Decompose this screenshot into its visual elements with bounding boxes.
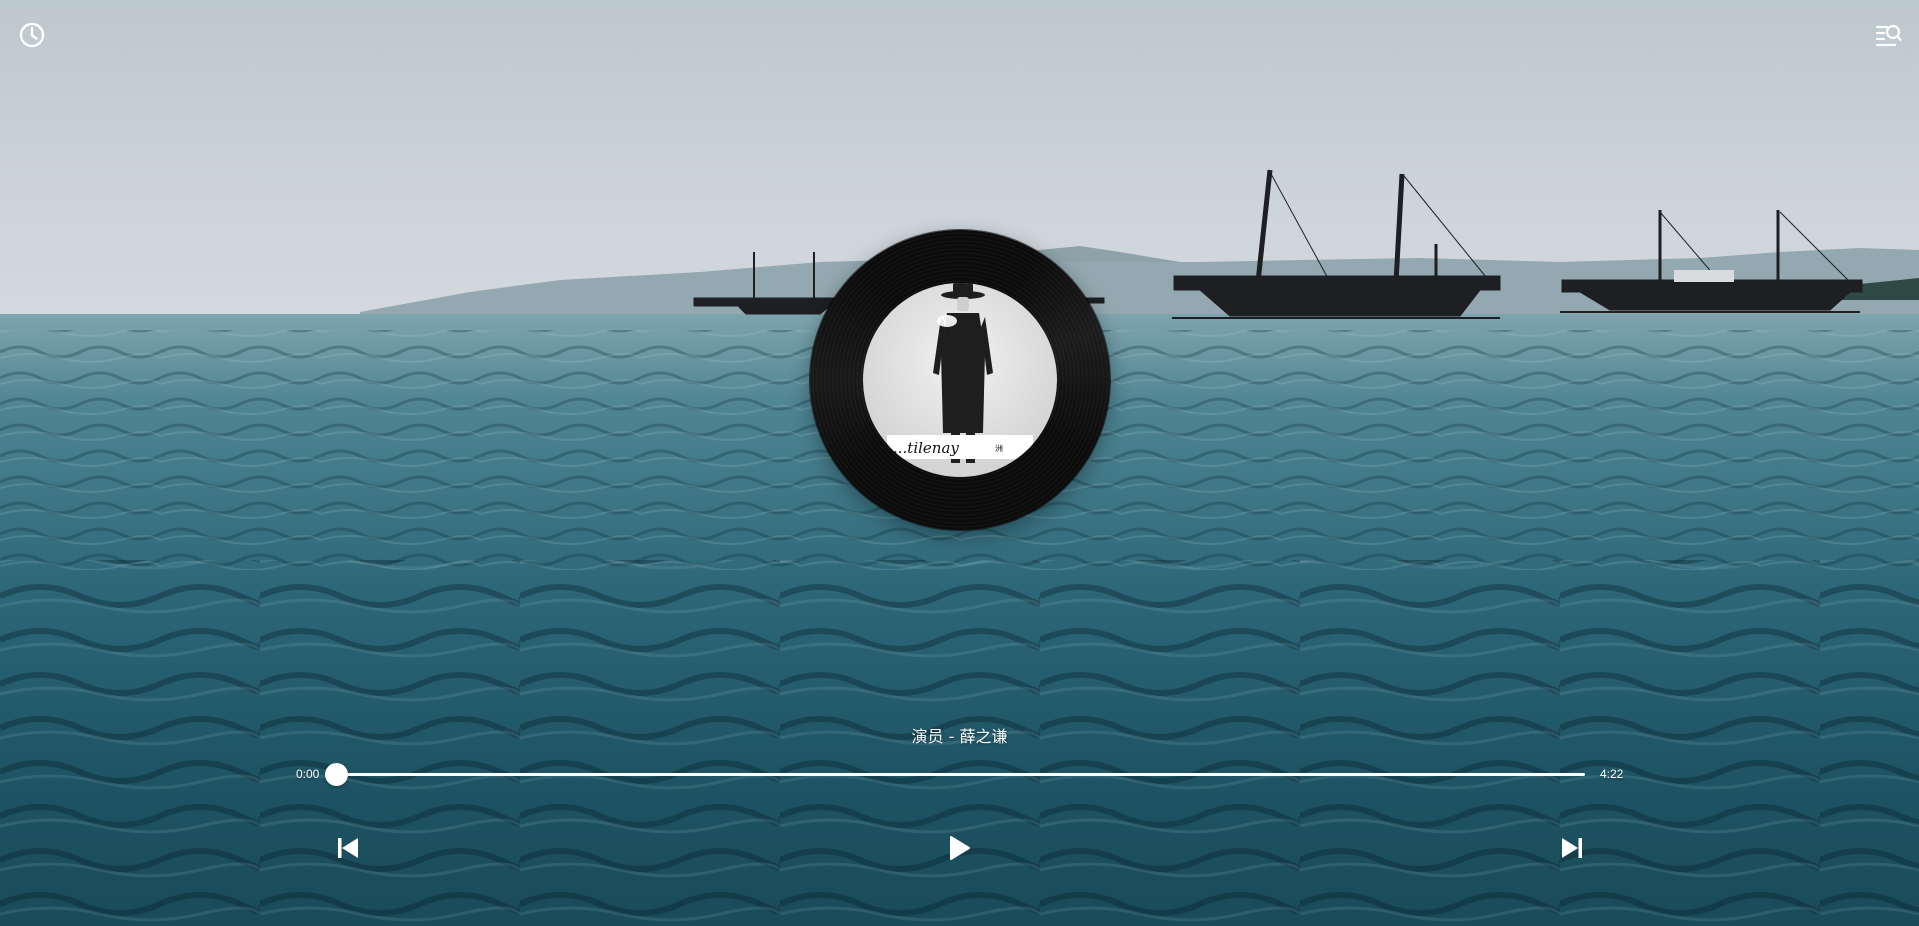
skip-previous-icon[interactable]: [334, 834, 362, 862]
player-screen: ...tilenay 洲 演员 - 薛之谦 0:00 4:22: [0, 0, 1919, 926]
playlist-search-icon[interactable]: [1873, 20, 1903, 50]
time-total: 4:22: [1600, 767, 1624, 781]
time-current: 0:00: [296, 767, 320, 781]
song-title: 演员 - 薛之谦: [911, 727, 1008, 746]
play-icon[interactable]: [945, 834, 973, 862]
vinyl-record: ...tilenay 洲: [810, 230, 1110, 530]
album-cover-image: ...tilenay 洲: [863, 283, 1057, 477]
progress-knob[interactable]: [325, 763, 348, 786]
album-cover-tag: 洲: [995, 444, 1003, 453]
progress-bar[interactable]: [325, 763, 1585, 786]
album-cover-script: ...tilenay: [893, 439, 959, 457]
skip-next-icon[interactable]: [1558, 834, 1586, 862]
clock-icon[interactable]: [17, 20, 47, 50]
